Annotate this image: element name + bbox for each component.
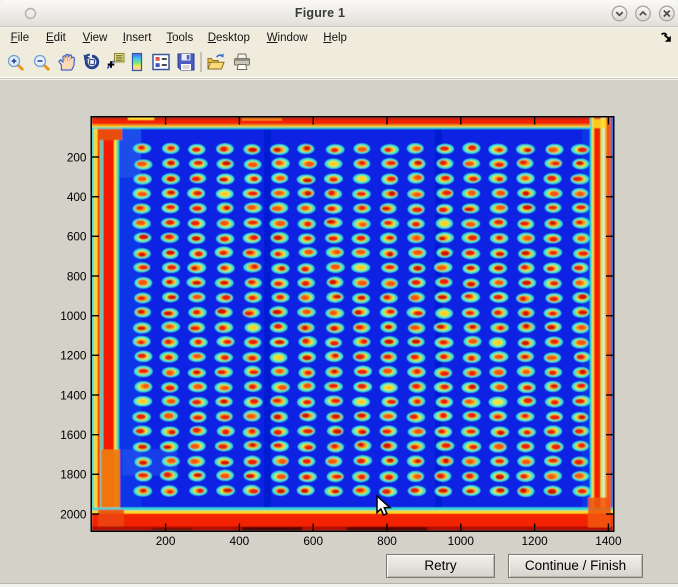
svg-text:200: 200 [67, 150, 87, 164]
svg-text:400: 400 [67, 190, 87, 204]
svg-text:2000: 2000 [60, 507, 87, 521]
svg-text:1200: 1200 [60, 349, 87, 363]
svg-text:1000: 1000 [448, 534, 475, 548]
svg-text:800: 800 [67, 269, 87, 283]
svg-text:1400: 1400 [60, 388, 87, 402]
svg-text:1200: 1200 [521, 534, 548, 548]
svg-text:600: 600 [303, 534, 323, 548]
svg-text:1000: 1000 [60, 309, 87, 323]
svg-text:600: 600 [67, 230, 87, 244]
svg-text:1600: 1600 [60, 428, 87, 442]
svg-text:1400: 1400 [595, 534, 622, 548]
svg-text:200: 200 [156, 534, 176, 548]
svg-text:1800: 1800 [60, 468, 87, 482]
svg-text:400: 400 [230, 534, 250, 548]
svg-text:800: 800 [377, 534, 397, 548]
